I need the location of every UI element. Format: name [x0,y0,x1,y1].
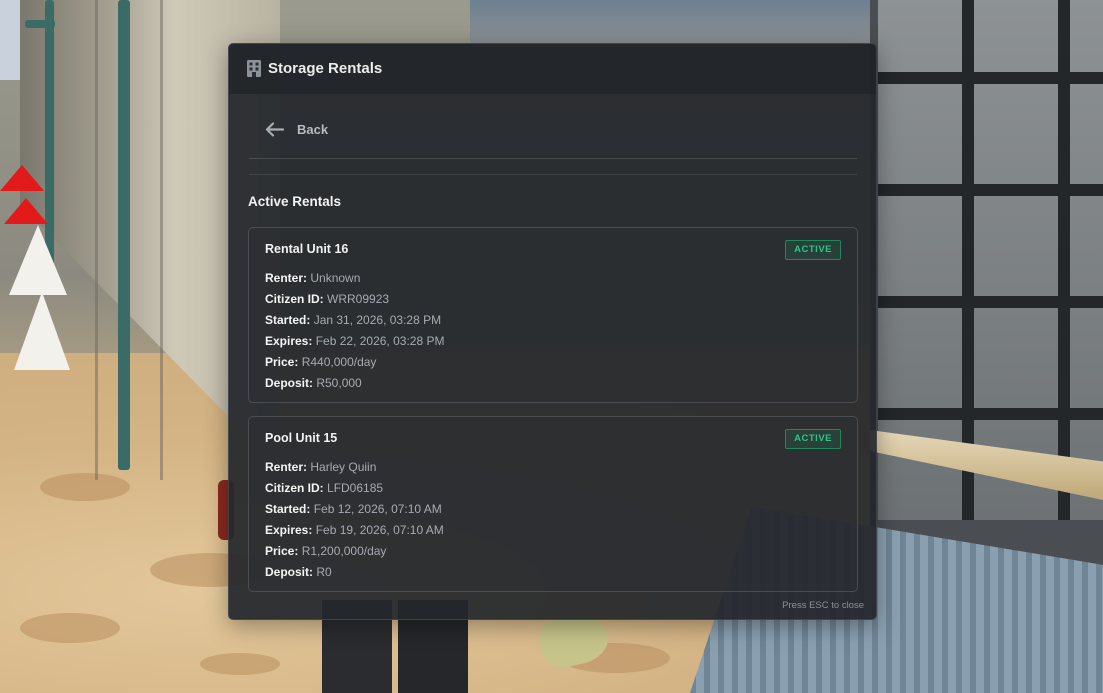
citizen-id-row: Citizen ID: LFD06185 [265,481,384,495]
status-badge: ACTIVE [785,429,841,449]
renter-value: Unknown [310,271,361,285]
expires-row: Expires: Feb 19, 2026, 07:10 AM [265,523,444,537]
white-chevron-marker [9,225,67,295]
started-row: Started: Jan 31, 2026, 03:28 PM [265,313,442,327]
back-button[interactable]: Back [265,122,328,137]
price-value: R440,000/day [301,355,377,369]
rental-details: Renter: Harley Quiin Citizen ID: LFD0618… [265,460,444,586]
citizen-id-value: WRR09923 [327,292,390,306]
price-value: R1,200,000/day [301,544,387,558]
rental-card: Pool Unit 15 ACTIVE Renter: Harley Quiin… [248,416,858,592]
deposit-row: Deposit: R50,000 [265,376,362,390]
citizen-id-value: LFD06185 [327,481,384,495]
renter-row: Renter: Unknown [265,271,361,285]
divider [249,174,857,175]
price-row: Price: R440,000/day [265,355,377,369]
corrugated-panel-top [470,0,870,45]
started-row: Started: Feb 12, 2026, 07:10 AM [265,502,442,516]
expires-row: Expires: Feb 22, 2026, 03:28 PM [265,334,445,348]
deposit-value: R0 [316,565,332,579]
renter-value: Harley Quiin [310,460,377,474]
rental-card: Rental Unit 16 ACTIVE Renter: Unknown Ci… [248,227,858,403]
expires-value: Feb 19, 2026, 07:10 AM [315,523,444,537]
status-badge: ACTIVE [785,240,841,260]
back-row: Back [249,104,857,159]
rental-name: Pool Unit 15 [265,431,338,445]
modal-header: Storage Rentals [229,44,876,94]
started-value: Feb 12, 2026, 07:10 AM [313,502,442,516]
citizen-id-row: Citizen ID: WRR09923 [265,292,390,306]
storage-rentals-modal: Storage Rentals Back Active Rentals Rent… [228,43,877,620]
arrow-left-icon [265,122,284,137]
modal-title: Storage Rentals [268,60,383,77]
price-row: Price: R1,200,000/day [265,544,387,558]
back-label: Back [297,122,329,137]
deposit-value: R50,000 [316,376,362,390]
red-chevron-marker [0,165,44,191]
deposit-row: Deposit: R0 [265,565,332,579]
started-value: Jan 31, 2026, 03:28 PM [313,313,442,327]
expires-value: Feb 22, 2026, 03:28 PM [315,334,445,348]
section-title-active-rentals: Active Rentals [248,194,342,209]
rental-details: Renter: Unknown Citizen ID: WRR09923 Sta… [265,271,444,397]
esc-hint: Press ESC to close [782,600,864,611]
renter-row: Renter: Harley Quiin [265,460,377,474]
building-icon [247,60,261,77]
rental-name: Rental Unit 16 [265,242,349,256]
